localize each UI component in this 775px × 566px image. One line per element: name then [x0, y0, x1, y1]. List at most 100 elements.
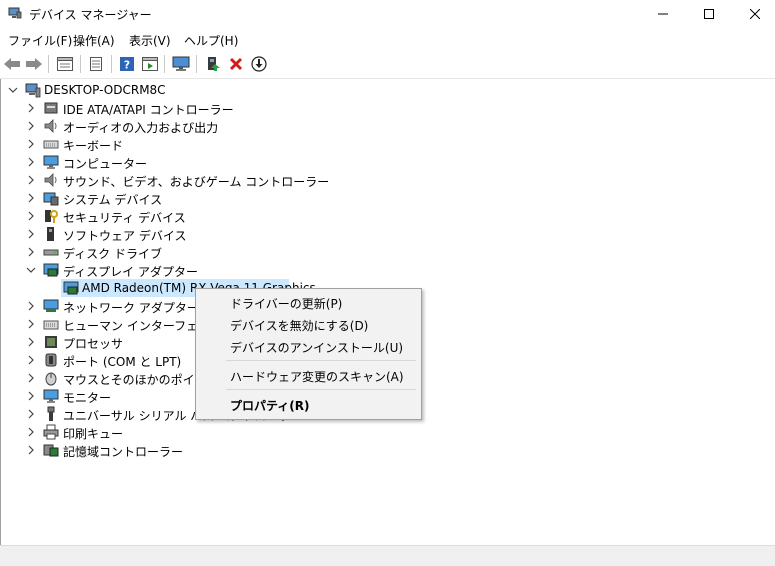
- tree-item-computer[interactable]: コンピューター: [0, 153, 600, 171]
- tree-item-label: モニター: [63, 391, 112, 405]
- chevron-right-icon[interactable]: [26, 300, 36, 312]
- tree-item-label: オーディオの入力および出力: [63, 121, 219, 135]
- context-item-label: ハードウェア変更のスキャン(A): [230, 370, 404, 384]
- tree-item-software[interactable]: ソフトウェア デバイス: [0, 225, 600, 243]
- svg-text:?: ?: [124, 59, 130, 72]
- computer-icon: [43, 154, 59, 170]
- tree-item-security[interactable]: セキュリティ デバイス: [0, 207, 600, 225]
- menu-view[interactable]: 表示(V): [129, 32, 171, 49]
- forward-button[interactable]: [24, 54, 44, 74]
- keyboard-icon: [43, 136, 59, 152]
- printer-icon: [43, 424, 59, 440]
- tree-item-disk[interactable]: ディスク ドライブ: [0, 243, 600, 261]
- context-update-driver[interactable]: ドライバーの更新(P): [196, 291, 421, 313]
- chevron-right-icon[interactable]: [26, 426, 36, 438]
- context-uninstall-device[interactable]: デバイスのアンインストール(U): [196, 335, 421, 357]
- context-item-label: ドライバーの更新(P): [230, 297, 343, 311]
- uninstall-button[interactable]: [226, 54, 246, 74]
- tree-root-label: DESKTOP-ODCRM8C: [44, 83, 166, 97]
- display-adapter-icon: [43, 262, 59, 278]
- properties-button[interactable]: [55, 54, 75, 74]
- display-adapter-icon: [63, 280, 79, 296]
- tree-item-storage[interactable]: 記憶域コントローラー: [0, 441, 600, 459]
- close-icon: [750, 9, 760, 19]
- maximize-button[interactable]: [686, 0, 732, 28]
- scan-monitor-button[interactable]: [171, 54, 191, 74]
- chevron-right-icon[interactable]: [26, 336, 36, 348]
- chevron-right-icon[interactable]: [26, 228, 36, 240]
- close-button[interactable]: [732, 0, 775, 28]
- processor-icon: [43, 334, 59, 350]
- chevron-right-icon[interactable]: [26, 408, 36, 420]
- tree-item-label: サウンド、ビデオ、およびゲーム コントローラー: [63, 175, 330, 189]
- properties-sheet-icon: [90, 57, 102, 71]
- chevron-right-icon[interactable]: [26, 156, 36, 168]
- chevron-right-icon[interactable]: [26, 102, 36, 114]
- tree-item-label: コンピューター: [63, 157, 148, 171]
- menu-help[interactable]: ヘルプ(H): [184, 32, 238, 49]
- chevron-right-icon[interactable]: [26, 372, 36, 384]
- tree-item-label: システム デバイス: [63, 193, 163, 207]
- properties-sheet-button[interactable]: [86, 54, 106, 74]
- tree-item-label: IDE ATA/ATAPI コントローラー: [63, 103, 234, 117]
- tree-item-sound[interactable]: サウンド、ビデオ、およびゲーム コントローラー: [0, 171, 600, 189]
- forward-icon: [26, 58, 42, 70]
- mouse-icon: [43, 370, 59, 386]
- tree-item-system[interactable]: システム デバイス: [0, 189, 600, 207]
- tree-root[interactable]: DESKTOP-ODCRM8C: [0, 81, 600, 99]
- chevron-down-icon[interactable]: [8, 84, 18, 96]
- tree-item-print-queue[interactable]: 印刷キュー: [0, 423, 600, 441]
- context-item-label: デバイスのアンインストール(U): [230, 341, 404, 355]
- tree-item-label: ポート (COM と LPT): [63, 355, 182, 369]
- context-properties[interactable]: プロパティ(R): [196, 393, 421, 415]
- back-button[interactable]: [2, 54, 22, 74]
- update-driver-button[interactable]: [203, 54, 223, 74]
- properties-icon: [57, 57, 73, 71]
- tree-item-label: セキュリティ デバイス: [63, 211, 186, 225]
- chevron-right-icon[interactable]: [26, 318, 36, 330]
- back-icon: [4, 58, 20, 70]
- tree-item-keyboard[interactable]: キーボード: [0, 135, 600, 153]
- uninstall-icon: [229, 57, 243, 71]
- download-button[interactable]: [249, 54, 269, 74]
- context-separator: [226, 360, 416, 361]
- menu-action[interactable]: 操作(A): [73, 32, 115, 49]
- update-driver-icon: [208, 57, 220, 71]
- action-pane-icon: [142, 57, 158, 71]
- help-icon: ?: [120, 57, 134, 72]
- chevron-right-icon[interactable]: [26, 120, 36, 132]
- chevron-down-icon[interactable]: [26, 264, 36, 276]
- tree-item-ide[interactable]: IDE ATA/ATAPI コントローラー: [0, 99, 600, 117]
- minimize-icon: [658, 13, 668, 15]
- tree-item-label: 記憶域コントローラー: [63, 445, 184, 459]
- minimize-button[interactable]: [640, 0, 686, 28]
- menu-file[interactable]: ファイル(F): [8, 32, 72, 49]
- chevron-right-icon[interactable]: [26, 246, 36, 258]
- chevron-right-icon[interactable]: [26, 444, 36, 456]
- tree-item-label: ディスク ドライブ: [63, 247, 162, 261]
- chevron-right-icon[interactable]: [26, 390, 36, 402]
- tree-item-audio-io[interactable]: オーディオの入力および出力: [0, 117, 600, 135]
- menu-bar: ファイル(F) 操作(A) 表示(V) ヘルプ(H): [0, 29, 775, 49]
- context-item-label: デバイスを無効にする(D): [230, 319, 369, 333]
- toolbar-separator: [164, 55, 165, 73]
- port-icon: [43, 352, 59, 368]
- chevron-right-icon[interactable]: [26, 210, 36, 222]
- toolbar-separator: [196, 55, 197, 73]
- context-item-label: プロパティ(R): [230, 399, 310, 413]
- toolbar-separator: [48, 55, 49, 73]
- help-button[interactable]: ?: [117, 54, 137, 74]
- usb-icon: [43, 406, 59, 422]
- tree-item-label: ディスプレイ アダプター: [63, 265, 198, 279]
- chevron-right-icon[interactable]: [26, 354, 36, 366]
- chevron-right-icon[interactable]: [26, 138, 36, 150]
- chevron-right-icon[interactable]: [26, 174, 36, 186]
- tree-item-display-adapters[interactable]: ディスプレイ アダプター: [0, 261, 600, 279]
- action-pane-button[interactable]: [140, 54, 160, 74]
- title-bar: デバイス マネージャー: [0, 0, 775, 28]
- toolbar: ?: [0, 50, 775, 79]
- context-scan-hardware[interactable]: ハードウェア変更のスキャン(A): [196, 364, 421, 386]
- context-disable-device[interactable]: デバイスを無効にする(D): [196, 313, 421, 335]
- chevron-right-icon[interactable]: [26, 192, 36, 204]
- security-icon: [43, 208, 59, 224]
